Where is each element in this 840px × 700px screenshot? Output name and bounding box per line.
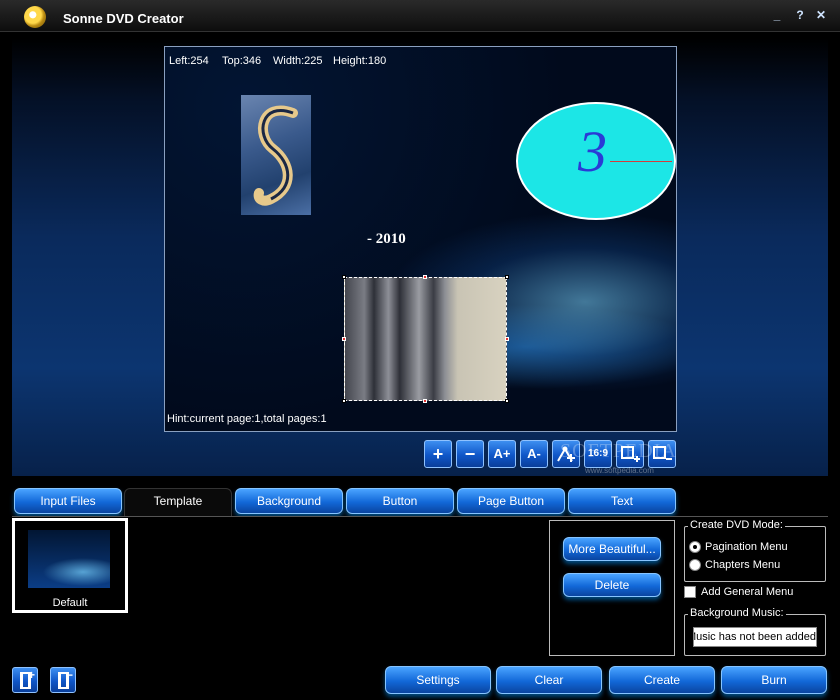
logo-image[interactable]	[241, 95, 311, 215]
app-disc-icon	[24, 6, 46, 28]
resize-handle[interactable]	[342, 275, 346, 279]
resize-handle[interactable]	[342, 399, 346, 403]
background-music-title: Background Music:	[688, 607, 786, 619]
minimize-button[interactable]: _	[770, 8, 784, 22]
size-height-readout: Height:180	[333, 55, 387, 67]
tab-text[interactable]: Text	[568, 488, 676, 514]
resize-handle[interactable]	[505, 399, 509, 403]
watermark: SOFTPEDIA	[560, 440, 677, 462]
clock-hand	[610, 161, 672, 162]
add-item-button[interactable]: +	[424, 440, 452, 468]
add-general-menu-label: Add General Menu	[701, 586, 794, 598]
s-logo-icon	[253, 105, 298, 206]
dvd-mode-group: Create DVD Mode: Pagination Menu Chapter…	[684, 519, 826, 582]
tab-background[interactable]: Background	[235, 488, 343, 514]
tab-template[interactable]: Template	[124, 488, 232, 518]
background-music-value: Music has not been added	[693, 631, 816, 643]
add-general-menu-checkbox[interactable]	[684, 586, 696, 598]
page-hint: Hint:current page:1,total pages:1	[167, 413, 327, 425]
remove-item-button[interactable]: −	[456, 440, 484, 468]
template-name: Default	[52, 597, 88, 609]
template-preview-image	[28, 530, 110, 588]
resize-handle[interactable]	[423, 275, 427, 279]
pagination-menu-option[interactable]: Pagination Menu	[689, 541, 788, 553]
font-decrease-button[interactable]: A-	[520, 440, 548, 468]
clock-button-image[interactable]: 3	[516, 102, 676, 220]
plus-sign: +	[28, 668, 36, 682]
position-top-readout: Top:346	[222, 55, 262, 67]
clock-number: 3	[578, 119, 607, 184]
font-increase-button[interactable]: A+	[488, 440, 516, 468]
watermark-url: www.softpedia.com	[585, 466, 654, 475]
chapters-menu-radio[interactable]	[689, 559, 701, 571]
burn-button[interactable]: Burn	[721, 666, 827, 694]
create-button[interactable]: Create	[609, 666, 715, 694]
title-bar: Sonne DVD Creator _ ? ✕	[0, 0, 840, 32]
chapters-menu-label: Chapters Menu	[705, 559, 781, 571]
background-music-field[interactable]: Music has not been added	[693, 627, 817, 647]
template-default-thumbnail[interactable]: Default	[12, 518, 128, 613]
year-text[interactable]: - 2010	[367, 231, 406, 248]
resize-handle[interactable]	[505, 337, 509, 341]
tab-page-button[interactable]: Page Button	[457, 488, 565, 514]
delete-template-button[interactable]: Delete	[563, 573, 661, 597]
help-button[interactable]: ?	[793, 8, 807, 22]
menu-canvas[interactable]: Left:254 Top:346 Width:225 Height:180 3 …	[164, 46, 677, 432]
position-left-readout: Left:254	[169, 55, 209, 67]
remove-chapter-button[interactable]: −	[50, 667, 76, 693]
tab-button[interactable]: Button	[346, 488, 454, 514]
resize-handle[interactable]	[423, 399, 427, 403]
size-width-readout: Width:225	[273, 55, 323, 67]
minus-sign: −	[66, 668, 74, 682]
dvd-mode-title: Create DVD Mode:	[688, 519, 785, 531]
pagination-menu-radio[interactable]	[689, 541, 701, 553]
close-button[interactable]: ✕	[814, 8, 828, 22]
clear-button[interactable]: Clear	[496, 666, 602, 694]
resize-handle[interactable]	[342, 337, 346, 341]
add-chapter-button[interactable]: +	[12, 667, 38, 693]
chapters-menu-option[interactable]: Chapters Menu	[689, 559, 780, 571]
pagination-menu-label: Pagination Menu	[705, 541, 788, 553]
add-general-menu-option[interactable]: Add General Menu	[684, 586, 793, 598]
settings-button[interactable]: Settings	[385, 666, 491, 694]
more-beautiful-button[interactable]: More Beautiful...	[563, 537, 661, 561]
selected-video-thumbnail[interactable]	[344, 277, 507, 401]
resize-handle[interactable]	[505, 275, 509, 279]
app-title: Sonne DVD Creator	[63, 11, 184, 26]
tab-input-files[interactable]: Input Files	[14, 488, 122, 514]
